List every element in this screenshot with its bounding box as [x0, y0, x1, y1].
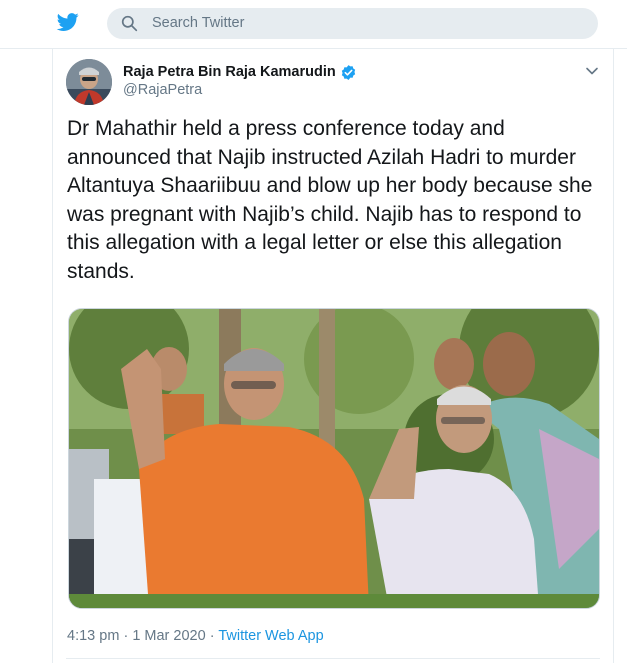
- tweet-date[interactable]: 1 Mar 2020: [132, 628, 205, 644]
- tweet-card: Raja Petra Bin Raja Kamarudin @RajaPetra…: [52, 49, 614, 663]
- tweet-text: Dr Mahathir held a press conference toda…: [67, 117, 593, 283]
- top-bar: Search Twitter: [0, 0, 627, 49]
- twitter-bird-icon[interactable]: [56, 11, 80, 33]
- avatar[interactable]: [66, 59, 112, 105]
- tweet-meta: 4:13 pm · 1 Mar 2020 · Twitter Web App: [67, 628, 324, 644]
- meta-separator: ·: [209, 628, 215, 644]
- tweet-time[interactable]: 4:13 pm: [67, 628, 119, 644]
- verified-badge-icon: [341, 64, 355, 80]
- meta-separator: ·: [123, 628, 129, 644]
- author-row: Raja Petra Bin Raja Kamarudin: [123, 62, 357, 82]
- author-handle[interactable]: @RajaPetra: [123, 82, 202, 98]
- chevron-down-icon[interactable]: [585, 64, 599, 78]
- search-icon: [121, 15, 138, 32]
- author-name[interactable]: Raja Petra Bin Raja Kamarudin: [123, 64, 336, 80]
- divider: [66, 658, 600, 659]
- source-app-link[interactable]: Twitter Web App: [218, 628, 323, 644]
- search-box[interactable]: Search Twitter: [107, 8, 598, 39]
- search-input[interactable]: Search Twitter: [152, 15, 244, 31]
- tweet-photo[interactable]: [68, 308, 600, 609]
